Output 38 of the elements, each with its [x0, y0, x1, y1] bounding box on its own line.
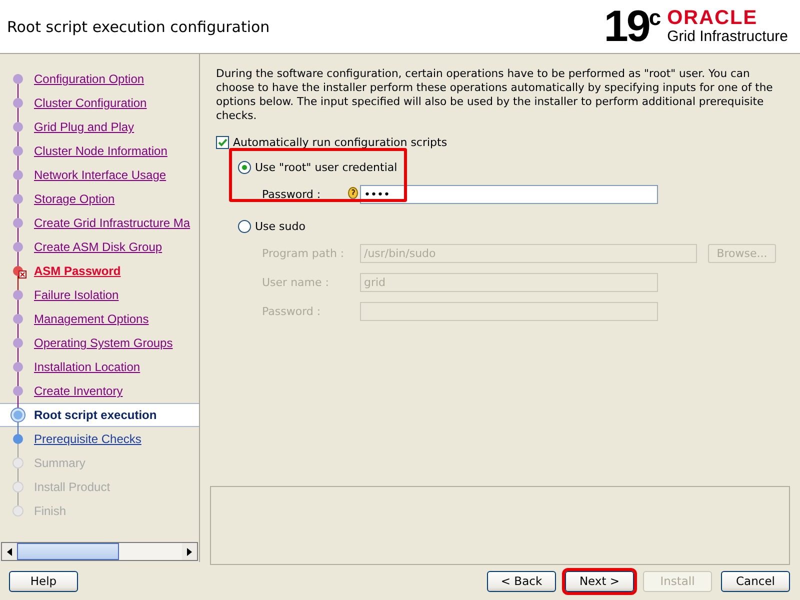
wizard-button[interactable]: < Back — [487, 570, 556, 592]
bullet-icon — [8, 403, 28, 427]
horizontal-scrollbar[interactable] — [1, 542, 198, 561]
version-logo: 19$^{c}$ — [604, 4, 662, 48]
step-link[interactable]: Cluster Node Information — [34, 144, 168, 158]
step-link[interactable]: Failure Isolation — [34, 288, 119, 302]
window-title: Root script execution configuration — [7, 18, 270, 36]
step-link[interactable]: Configuration Option — [34, 72, 144, 86]
step-link[interactable]: Cluster Configuration — [34, 96, 147, 110]
step-link[interactable]: Create Grid Infrastructure Ma — [34, 216, 190, 230]
checkbox[interactable] — [216, 136, 229, 149]
step-link[interactable]: Operating System Groups — [34, 336, 173, 350]
field-label: Program path : — [262, 247, 346, 260]
description-text: During the software configuration, certain operations have to be performed as "root" user. You can choose to have the installer perform these operations automatically by specifying inputs for one of the options below. The input specified will also be used by the installer to perform additional prerequisite checks. — [216, 67, 774, 123]
step-link[interactable]: Create ASM Disk Group — [34, 240, 162, 254]
step-link[interactable]: Installation Location — [34, 360, 140, 374]
wizard-button[interactable]: Cancel — [721, 570, 790, 592]
step-link[interactable]: ASM Password — [34, 264, 121, 278]
field-label: Password : — [262, 188, 322, 201]
right-arrow-icon[interactable] — [187, 548, 192, 556]
product-name: Grid Infrastructure — [667, 28, 788, 45]
vendor-logo: ORACLE — [667, 8, 759, 28]
radio-button[interactable] — [238, 160, 251, 174]
step-link[interactable]: Management Options — [34, 312, 149, 326]
radio-label[interactable]: Use "root" user credential — [255, 160, 398, 174]
checkbox-label[interactable]: Automatically run configuration scripts — [233, 136, 448, 149]
step-link[interactable]: Prerequisite Checks — [34, 432, 142, 446]
field-label: User name : — [262, 276, 330, 289]
step-link[interactable]: Grid Plug and Play — [34, 120, 134, 134]
radio-label[interactable]: Use sudo — [255, 220, 306, 232]
radio-button[interactable] — [238, 220, 251, 232]
step-link[interactable]: Create Inventory — [34, 384, 123, 398]
step-link[interactable]: Network Interface Usage — [34, 168, 166, 182]
step-link[interactable]: Storage Option — [34, 192, 115, 206]
help-button[interactable]: Help — [9, 570, 78, 592]
left-arrow-icon[interactable] — [7, 548, 12, 556]
input-field[interactable]: •••• — [360, 185, 658, 204]
field-label: Password : — [262, 305, 322, 318]
